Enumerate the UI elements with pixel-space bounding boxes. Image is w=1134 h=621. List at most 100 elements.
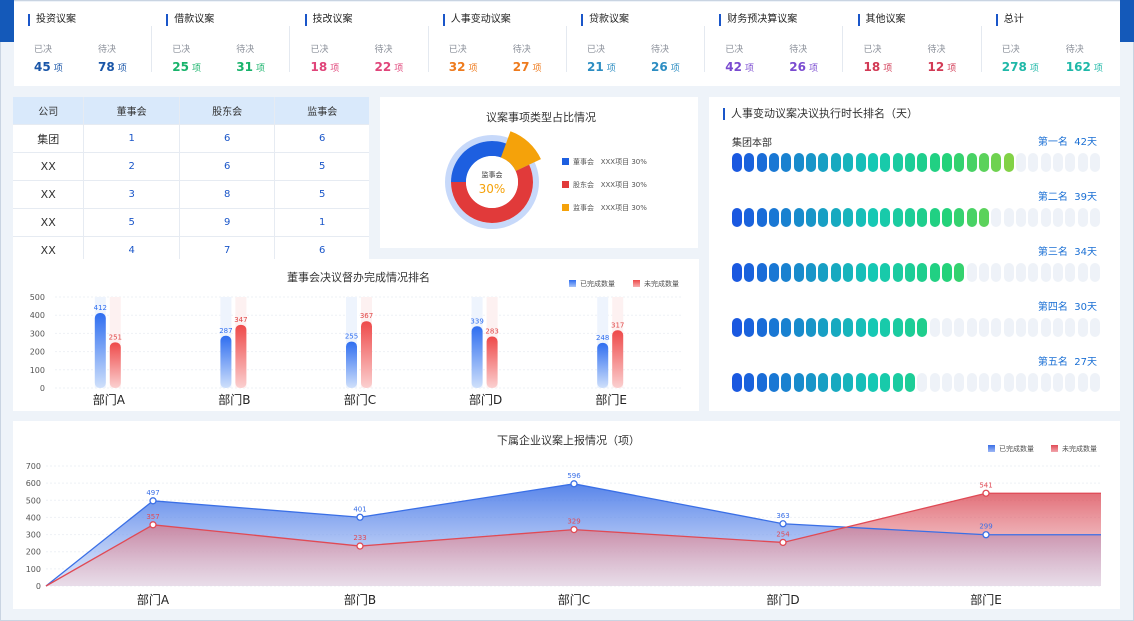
stat-card[interactable]: 人事变动议案 已决 待决 32 项 27 项	[429, 2, 567, 86]
rank-pill-filled	[781, 318, 792, 337]
donut-legend-item[interactable]: 董事会 XXX项目 30%	[562, 157, 647, 167]
table-row[interactable]: XX 2 6 5	[13, 152, 369, 181]
decided-label: 已决	[310, 45, 329, 55]
rank-pill-filled	[892, 208, 903, 227]
rank-pill-filled	[781, 208, 792, 227]
rank-pill-filled	[843, 153, 854, 172]
rank-pill-filled	[806, 318, 817, 337]
table-row[interactable]: 集团 1 6 6	[13, 124, 369, 153]
stat-card[interactable]: 技改议案 已决 待决 18 项 22 项	[291, 2, 429, 86]
decided-value: 45 项	[34, 60, 63, 74]
pending-value: 26 项	[789, 60, 818, 74]
rank-label: 第五名 27天	[1038, 353, 1097, 368]
rank-pill-empty	[1040, 318, 1051, 337]
legend-pct: 30%	[631, 204, 647, 212]
donut-legend-item[interactable]: 股东会 XXX项目 30%	[562, 180, 647, 190]
rank-pill-empty	[1053, 208, 1064, 227]
stat-card[interactable]: 贷款议案 已决 待决 21 项 26 项	[567, 2, 705, 86]
rank-pill-empty	[1016, 373, 1027, 392]
rank-pill-filled	[867, 153, 878, 172]
data-label: 233	[353, 534, 366, 542]
rank-pill-empty	[1028, 208, 1039, 227]
decided-value: 25 项	[172, 60, 201, 74]
rank-pill-filled	[917, 263, 928, 282]
rank-pill-filled	[806, 153, 817, 172]
pending-count: 162	[1065, 60, 1091, 74]
bar-complete	[346, 341, 357, 388]
unit: 项	[883, 64, 893, 74]
decided-count: 278	[1001, 60, 1027, 74]
data-point	[149, 497, 157, 505]
area-chart-panel: 下属企业议案上报情况（项） 已完成数量 未完成数量 0 100 200 300 400 5…	[13, 421, 1120, 609]
rank-pill-filled	[867, 318, 878, 337]
data-point	[356, 513, 364, 521]
area-chart: 0 100 200 300 400 500 600 700 497 401 596 363 299 357…	[26, 462, 1101, 607]
rank-pill-empty	[1028, 263, 1039, 282]
stat-card[interactable]: 其他议案 已决 待决 18 项 12 项	[844, 2, 982, 86]
rank-pill-filled	[1003, 153, 1014, 172]
rank-pill-filled	[806, 263, 817, 282]
rank-pill-filled	[855, 263, 866, 282]
stat-card[interactable]: 投资议案 已决 待决 45 项 78 项	[14, 2, 152, 86]
rank-pill-empty	[1003, 263, 1014, 282]
rank-pill-filled	[843, 208, 854, 227]
y-tick-label: 700	[26, 462, 41, 471]
donut-legend-item[interactable]: 监事会 XXX项目 30%	[562, 203, 647, 213]
rank-pill-filled	[769, 373, 780, 392]
decided-count: 18	[310, 60, 328, 74]
rank-pill-filled	[818, 208, 829, 227]
rank-pill-empty	[1065, 318, 1076, 337]
table-cell: 5	[274, 180, 369, 209]
donut-panel: 议案事项类型占比情况 监事会 30% 董事会 XXX项目 30% 股东会 XXX…	[380, 97, 698, 248]
decided-label: 已决	[1001, 45, 1020, 55]
table-cell: 6	[179, 152, 276, 181]
legend-swatch	[562, 204, 569, 211]
pending-count: 22	[374, 60, 392, 74]
rank-pill-filled	[966, 153, 977, 172]
rank-pill-empty	[991, 373, 1002, 392]
stats-panel: 投资议案 已决 待决 45 项 78 项借款议案 已决 待决 25 项 31 项技改议案 已决 待决 18 项 2…	[14, 2, 1120, 86]
rank-pill-empty	[1040, 263, 1051, 282]
rank-pill-empty	[1077, 153, 1088, 172]
pending-value: 162 项	[1066, 60, 1103, 74]
rank-pill-filled	[880, 318, 891, 337]
rank-pill-filled	[818, 373, 829, 392]
stat-card[interactable]: 财务预决算议案 已决 待决 42 项 26 项	[705, 2, 844, 86]
data-label: 357	[146, 513, 159, 521]
decided-count: 45	[34, 60, 51, 74]
pending-count: 26	[651, 60, 668, 74]
rank-pill-empty	[1053, 318, 1064, 337]
rank-pill-empty	[1077, 373, 1088, 392]
stat-card[interactable]: 总计 已决 待决 278 项 162 项	[982, 2, 1120, 86]
x-tick-label: 部门E	[970, 592, 1002, 607]
rank-pill-filled	[818, 263, 829, 282]
pending-value: 27 项	[513, 60, 542, 74]
table-header: 监事会	[274, 97, 369, 125]
stat-title: 贷款议案	[581, 14, 629, 26]
rank-position: 第四名	[1037, 302, 1068, 313]
rank-pill-filled	[732, 373, 742, 392]
decided-label: 已决	[448, 45, 467, 55]
data-label: 329	[567, 518, 580, 526]
rank-pill-filled	[744, 263, 755, 282]
rank-pill-filled	[781, 373, 792, 392]
rank-pill-filled	[830, 208, 841, 227]
rank-pill-filled	[867, 208, 878, 227]
rank-pill-empty	[1065, 373, 1076, 392]
pending-count: 78	[98, 60, 115, 74]
pending-label: 待决	[374, 45, 393, 55]
rank-pill-filled	[880, 373, 891, 392]
rank-pill-filled	[830, 318, 841, 337]
bar-value-label: 283	[485, 327, 498, 335]
rank-position: 第一名	[1037, 137, 1068, 148]
rank-pill-empty	[966, 318, 977, 337]
x-tick-label: 部门A	[93, 392, 126, 407]
rank-pill-filled	[892, 318, 903, 337]
rank-pill-empty	[1016, 263, 1027, 282]
table-row[interactable]: XX 5 9 1	[13, 208, 369, 237]
bar-complete	[220, 335, 232, 388]
rank-pill-filled	[806, 373, 817, 392]
stat-card[interactable]: 借款议案 已决 待决 25 项 31 项	[152, 2, 291, 86]
table-row[interactable]: XX 3 8 5	[13, 180, 369, 209]
rank-pill-empty	[1016, 153, 1027, 172]
